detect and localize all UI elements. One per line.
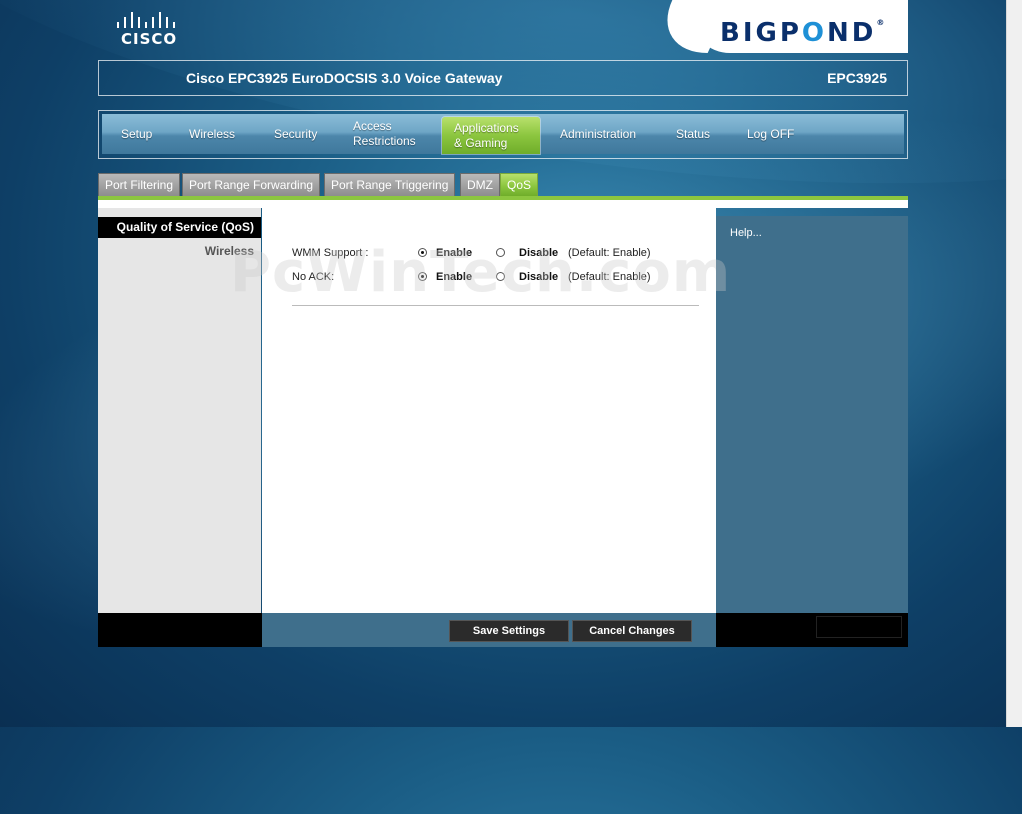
tab-port-range-triggering[interactable]: Port Range Triggering bbox=[324, 173, 456, 196]
form-divider bbox=[292, 305, 699, 306]
no-ack-enable-radio[interactable] bbox=[418, 272, 427, 281]
footer-right bbox=[716, 613, 908, 647]
cisco-logo: CISCO bbox=[115, 12, 181, 48]
nav-security[interactable]: Security bbox=[274, 114, 317, 154]
wmm-disable-label: Disable bbox=[519, 247, 559, 259]
wmm-enable-label: Enable bbox=[436, 247, 473, 259]
section-title: Quality of Service (QoS) bbox=[98, 217, 261, 238]
nav-applications-gaming[interactable]: Applications & Gaming bbox=[442, 117, 540, 154]
no-ack-label: No ACK: bbox=[292, 271, 335, 283]
no-ack-disable-radio[interactable] bbox=[496, 272, 505, 281]
device-model: EPC3925 bbox=[827, 70, 887, 86]
cancel-changes-button[interactable]: Cancel Changes bbox=[572, 620, 692, 642]
wmm-disable-radio[interactable] bbox=[496, 248, 505, 257]
footer-left bbox=[98, 613, 262, 647]
device-title: Cisco EPC3925 EuroDOCSIS 3.0 Voice Gatew… bbox=[186, 70, 503, 86]
main-nav: Setup Wireless Security Access Restricti… bbox=[98, 110, 908, 159]
tab-dmz[interactable]: DMZ bbox=[460, 173, 500, 196]
window-scrollbar[interactable] bbox=[1006, 0, 1022, 727]
nav-setup[interactable]: Setup bbox=[121, 114, 152, 154]
cisco-wordmark: CISCO bbox=[121, 30, 178, 48]
tab-port-range-forwarding[interactable]: Port Range Forwarding bbox=[182, 173, 321, 196]
no-ack-default-hint: (Default: Enable) bbox=[568, 271, 651, 283]
nav-administration[interactable]: Administration bbox=[560, 114, 636, 154]
content-panel: WMM Support : Enable Disable (Default: E… bbox=[262, 208, 716, 613]
help-panel: Help... bbox=[716, 216, 908, 613]
bigpond-logo: BIGPOND® bbox=[690, 0, 908, 53]
wmm-support-label: WMM Support : bbox=[292, 247, 369, 259]
tab-port-filtering[interactable]: Port Filtering bbox=[98, 173, 181, 196]
nav-access-restrictions[interactable]: Access Restrictions bbox=[353, 114, 416, 154]
cisco-bars-icon bbox=[117, 12, 175, 28]
help-link[interactable]: Help... bbox=[730, 227, 762, 239]
subsection-title: Wireless bbox=[204, 244, 254, 258]
wmm-default-hint: (Default: Enable) bbox=[568, 247, 651, 259]
device-title-bar: Cisco EPC3925 EuroDOCSIS 3.0 Voice Gatew… bbox=[98, 60, 908, 96]
nav-log-off[interactable]: Log OFF bbox=[747, 114, 794, 154]
save-settings-button[interactable]: Save Settings bbox=[449, 620, 569, 642]
sidebar: Quality of Service (QoS) Wireless bbox=[98, 208, 261, 613]
wmm-enable-radio[interactable] bbox=[418, 248, 427, 257]
nav-wireless[interactable]: Wireless bbox=[189, 114, 235, 154]
nav-status[interactable]: Status bbox=[676, 114, 710, 154]
no-ack-enable-label: Enable bbox=[436, 271, 473, 283]
tab-qos[interactable]: QoS bbox=[500, 173, 539, 196]
footer-actions: Save Settings Cancel Changes bbox=[262, 613, 716, 647]
no-ack-disable-label: Disable bbox=[519, 271, 559, 283]
